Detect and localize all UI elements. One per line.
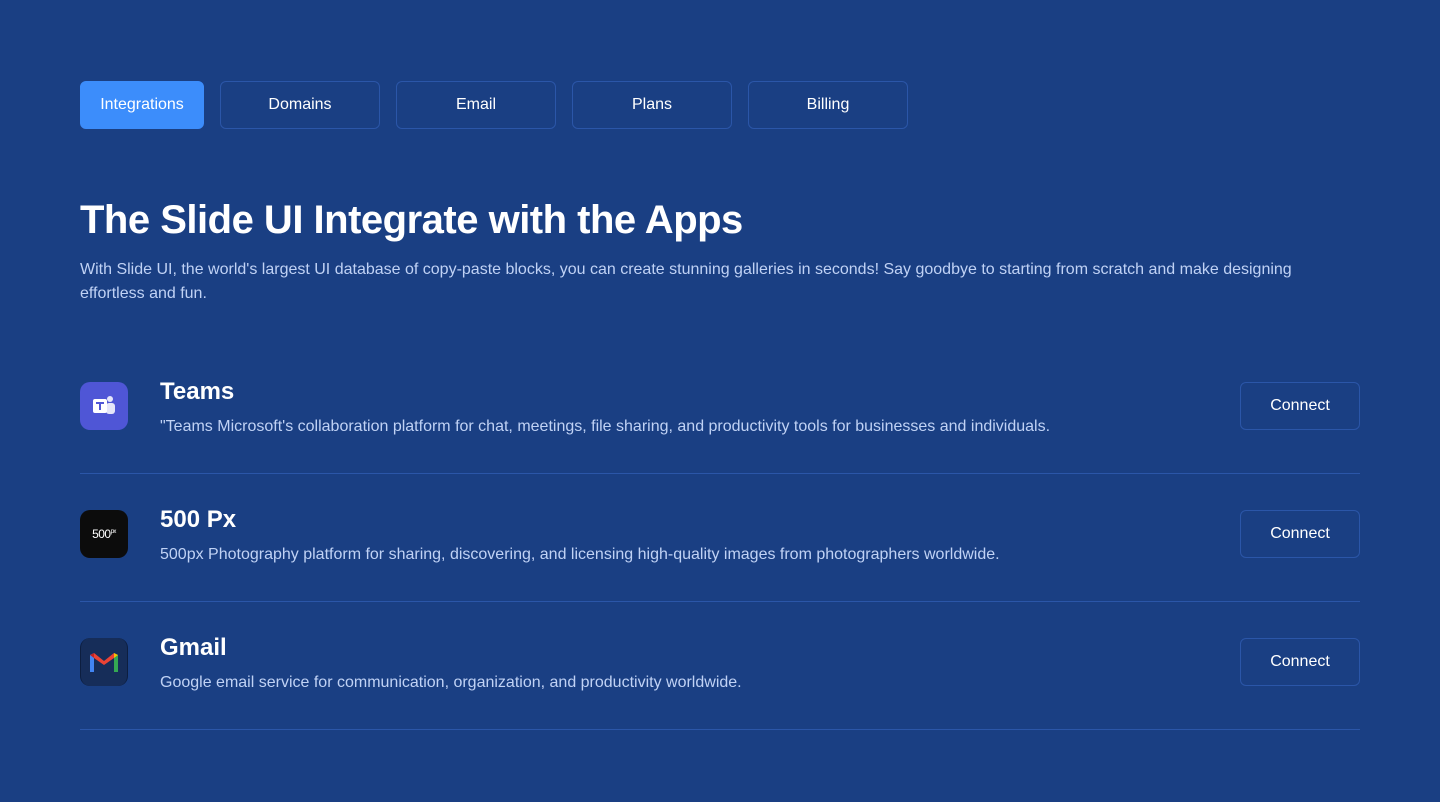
connect-button[interactable]: Connect [1240,638,1360,686]
tab-email[interactable]: Email [396,81,556,129]
integration-name: Teams [160,378,235,405]
integration-name: Gmail [160,634,227,661]
tab-domains[interactable]: Domains [220,81,380,129]
integration-description: Google email service for communication, … [160,674,742,691]
tab-integrations[interactable]: Integrations [80,81,204,129]
500px-icon: 500px [80,510,128,558]
integration-info: Teams "Teams Microsoft's collaboration p… [160,378,1050,438]
integration-row-teams: Teams "Teams Microsoft's collaboration p… [80,354,1360,474]
integration-row-500px: 500px 500 Px 500px Photography platform … [80,474,1360,602]
connect-button[interactable]: Connect [1240,382,1360,430]
integration-info: Gmail Google email service for communica… [160,634,742,694]
integration-name: 500 Px [160,506,237,533]
tab-bar: Integrations Domains Email Plans Billing [80,81,1360,129]
500px-logo-text: 500px [92,527,116,541]
page-subtitle: With Slide UI, the world's largest UI da… [80,261,1292,302]
tab-plans[interactable]: Plans [572,81,732,129]
integration-info: 500 Px 500px Photography platform for sh… [160,506,1000,566]
page-title: The Slide UI Integrate with the Apps [80,198,743,242]
connect-button[interactable]: Connect [1240,510,1360,558]
gmail-icon [80,638,128,686]
integration-row-gmail: Gmail Google email service for communica… [80,602,1360,730]
integration-description: "Teams Microsoft's collaboration platfor… [160,418,1051,435]
teams-icon [80,382,128,430]
tab-billing[interactable]: Billing [748,81,908,129]
settings-page: Integrations Domains Email Plans Billing… [0,0,1440,802]
integration-list: Teams "Teams Microsoft's collaboration p… [80,354,1360,730]
integration-description: 500px Photography platform for sharing, … [160,546,1000,563]
